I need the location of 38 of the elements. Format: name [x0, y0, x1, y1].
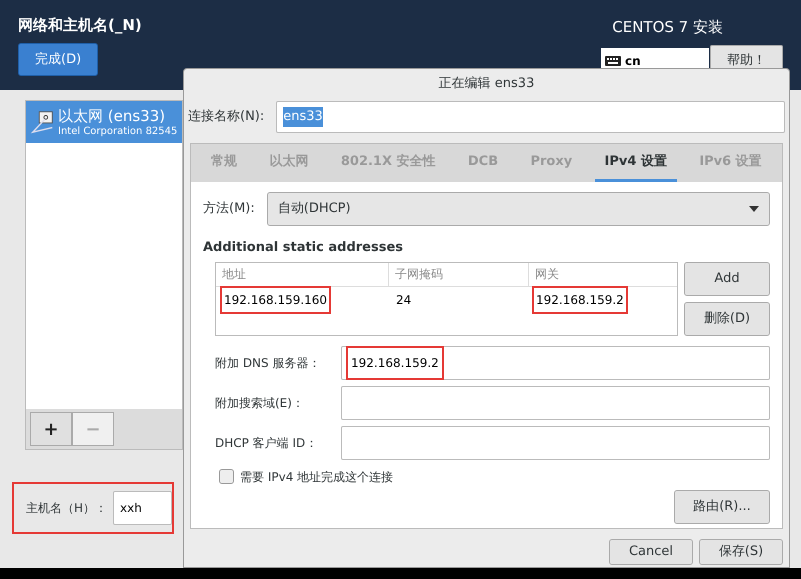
- method-label: 方法(M):: [203, 200, 255, 218]
- device-name: 以太网 (ens33): [58, 106, 166, 124]
- delete-address-button[interactable]: 删除(D): [684, 302, 770, 336]
- dialog-title: 正在编辑 ens33: [438, 75, 534, 94]
- table-cell-text: 24: [395, 292, 412, 308]
- hostname-field[interactable]: xxh: [113, 491, 172, 525]
- checkbox-label: 需要 IPv4 地址完成这个连接: [240, 468, 394, 486]
- done-button[interactable]: 完成(D): [18, 42, 98, 76]
- cancel-button[interactable]: Cancel: [609, 539, 693, 565]
- field-label: DHCP 客户端 ID：: [215, 434, 318, 452]
- field-label: 附加 DNS 服务器：: [215, 354, 322, 372]
- section-heading: Additional static addresses: [203, 239, 404, 257]
- column-header: 地址: [221, 266, 247, 283]
- dropdown-arrow-icon: [749, 206, 759, 212]
- device-description: Intel Corporation 82545: [58, 124, 178, 138]
- table-cell: 192.168.159.2: [532, 286, 628, 314]
- save-button[interactable]: 保存(S): [699, 539, 783, 565]
- connection-name-label: 连接名称(N):: [188, 108, 264, 126]
- routes-button[interactable]: 路由(R)...: [674, 490, 770, 524]
- page-title: 网络和主机名(_N): [18, 15, 142, 36]
- add-device-button[interactable]: +: [30, 412, 72, 446]
- keyboard-icon: [605, 56, 621, 66]
- method-dropdown[interactable]: 自动(DHCP): [266, 192, 770, 226]
- text-field[interactable]: [341, 426, 770, 460]
- network-cable-icon: [30, 109, 56, 135]
- keyboard-layout-text: cn: [625, 52, 641, 70]
- column-header: 网关: [528, 262, 677, 286]
- table-cell: 192.168.159.160: [220, 286, 332, 314]
- column-header: 子网掩码: [388, 262, 528, 286]
- text-field[interactable]: 192.168.159.2: [341, 346, 770, 380]
- checkbox[interactable]: [219, 469, 234, 484]
- add-address-button[interactable]: Add: [684, 262, 770, 296]
- field-label: 附加搜索域(E)：: [215, 394, 305, 412]
- product-title: CENTOS 7 安装: [612, 17, 724, 38]
- field-value: 192.168.159.2: [346, 346, 444, 380]
- hostname-label: 主机名（H）：: [26, 500, 108, 517]
- text-field[interactable]: [341, 386, 770, 420]
- settings-tab[interactable]: IPv4 设置: [594, 144, 677, 182]
